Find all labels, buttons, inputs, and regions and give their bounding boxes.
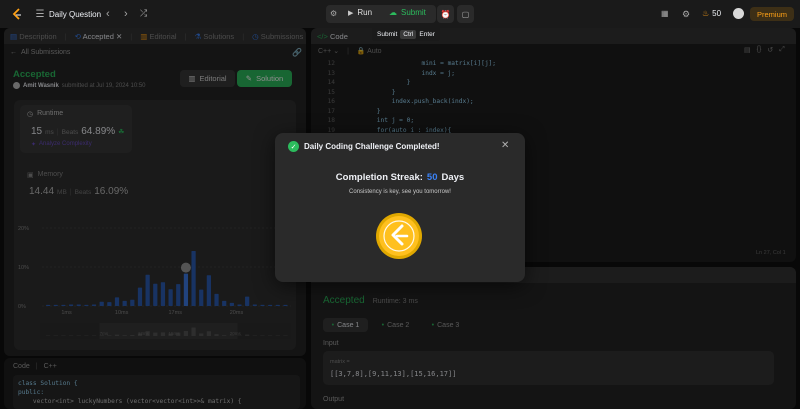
submit-button[interactable]: ☁ Submit [389,8,426,17]
streak-unit: Days [441,172,465,183]
run-label: Run [357,8,373,17]
success-check-icon: ✓ [288,141,299,152]
debug-icon[interactable]: ⚙ [330,9,337,18]
notes-button[interactable]: ▢ [457,5,474,23]
tooltip-key: Ctrl [400,29,417,39]
streak-counter[interactable]: ♨ 50 [702,9,721,18]
layout-grid-icon[interactable]: ▦ [661,9,669,18]
streak-value: 50 [426,172,438,183]
problem-list-icon[interactable]: ☰ [35,9,45,20]
note-icon: ▢ [461,9,470,19]
settings-gear-icon[interactable]: ⚙ [682,9,690,20]
top-nav-bar: ☰ Daily Question ‹ › ⤮ ⚙ ▶ Run ☁ Submit … [0,0,800,28]
alarm-button[interactable]: ⏰ [437,5,454,23]
streak-count: 50 [712,9,722,18]
next-problem-icon[interactable]: › [124,8,128,20]
submit-label: Submit [401,8,426,17]
modal-title: Daily Coding Challenge Completed! [304,142,440,151]
play-icon: ▶ [348,9,354,17]
submit-shortcut-tooltip: Submit Ctrl Enter [372,27,440,41]
premium-button[interactable]: Premium [750,7,794,21]
cloud-upload-icon: ☁ [389,8,397,17]
streak-row: Completion Streak: 50 Days [275,172,525,183]
user-avatar[interactable] [733,8,744,19]
challenge-completed-modal: ✓ Daily Coding Challenge Completed! ✕ Co… [275,133,525,282]
premium-label: Premium [756,9,787,19]
problem-list-title[interactable]: Daily Question [49,10,101,19]
prev-problem-icon[interactable]: ‹ [106,8,110,20]
shuffle-icon[interactable]: ⤮ [140,8,147,19]
alarm-clock-icon: ⏰ [440,9,451,19]
leetcode-logo-icon[interactable] [10,7,24,21]
daily-badge-coin-icon [375,212,423,260]
streak-label: Completion Streak: [335,172,423,183]
close-icon[interactable]: ✕ [501,140,509,151]
tooltip-key: Enter [419,30,435,38]
tooltip-label: Submit [377,30,398,38]
modal-subtitle: Consistency is key, see you tomorrow! [349,189,451,195]
fire-icon: ♨ [702,9,710,18]
run-button[interactable]: ▶ Run [348,8,372,17]
